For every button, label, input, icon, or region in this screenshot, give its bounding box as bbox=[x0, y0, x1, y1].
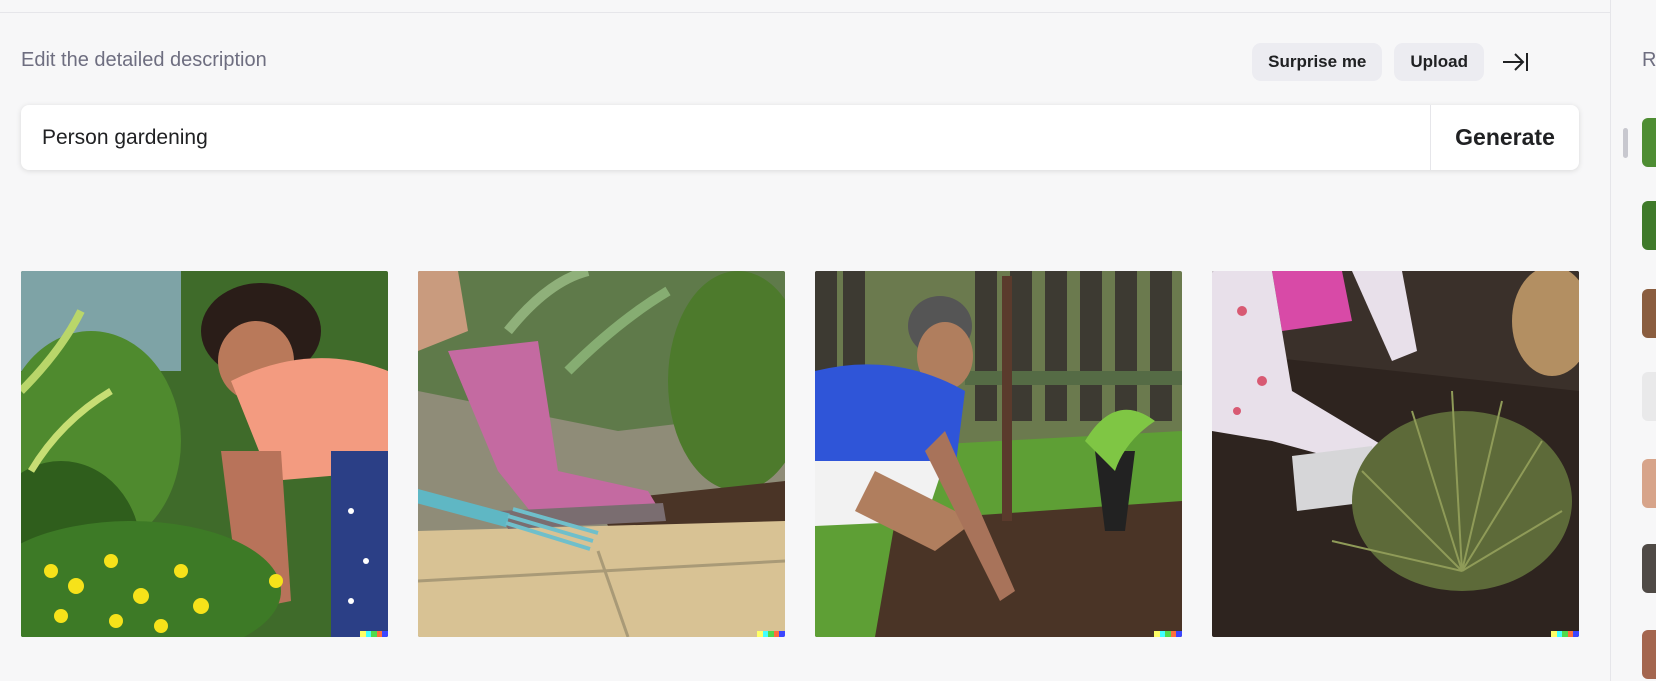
upload-button[interactable]: Upload bbox=[1394, 43, 1484, 81]
recent-thumbnail[interactable] bbox=[1642, 118, 1656, 167]
ai-signature bbox=[1551, 631, 1579, 637]
ai-signature bbox=[360, 631, 388, 637]
planting-grass-soil-image bbox=[1212, 271, 1579, 637]
signature-stripe bbox=[1176, 631, 1182, 637]
signature-stripe bbox=[779, 631, 785, 637]
prompt-box: Generate bbox=[21, 105, 1579, 170]
header-actions: Surprise me Upload bbox=[1252, 43, 1534, 81]
result-image-3[interactable] bbox=[815, 271, 1182, 637]
recent-thumbnail[interactable] bbox=[1642, 289, 1656, 338]
ai-signature bbox=[1154, 631, 1182, 637]
recent-thumbnail[interactable] bbox=[1642, 630, 1656, 679]
signature-stripe bbox=[382, 631, 388, 637]
man-planting-stake-image bbox=[815, 271, 1182, 637]
pink-boot-garden-fork-image bbox=[418, 271, 785, 637]
result-image-4[interactable] bbox=[1212, 271, 1579, 637]
recent-thumbnail[interactable] bbox=[1642, 201, 1656, 250]
arrow-right-to-line-icon bbox=[1503, 53, 1528, 71]
description-label: Edit the detailed description bbox=[21, 49, 267, 71]
collapse-panel-button[interactable] bbox=[1496, 43, 1534, 81]
scrollbar-thumb[interactable] bbox=[1623, 128, 1628, 158]
woman-planting-flowers-image bbox=[21, 271, 388, 637]
result-image-1[interactable] bbox=[21, 271, 388, 637]
result-image-2[interactable] bbox=[418, 271, 785, 637]
results-grid bbox=[21, 271, 1579, 637]
prompt-input[interactable] bbox=[21, 105, 1430, 170]
recent-heading: R bbox=[1642, 49, 1656, 71]
signature-stripe bbox=[1573, 631, 1579, 637]
recent-panel: R bbox=[1610, 0, 1656, 681]
recent-thumbnail[interactable] bbox=[1642, 459, 1656, 508]
generate-button[interactable]: Generate bbox=[1431, 105, 1579, 170]
recent-thumbnail[interactable] bbox=[1642, 372, 1656, 421]
main-panel: Edit the detailed description Surprise m… bbox=[0, 0, 1610, 681]
ai-signature bbox=[757, 631, 785, 637]
recent-thumbnail[interactable] bbox=[1642, 544, 1656, 593]
surprise-me-button[interactable]: Surprise me bbox=[1252, 43, 1383, 81]
